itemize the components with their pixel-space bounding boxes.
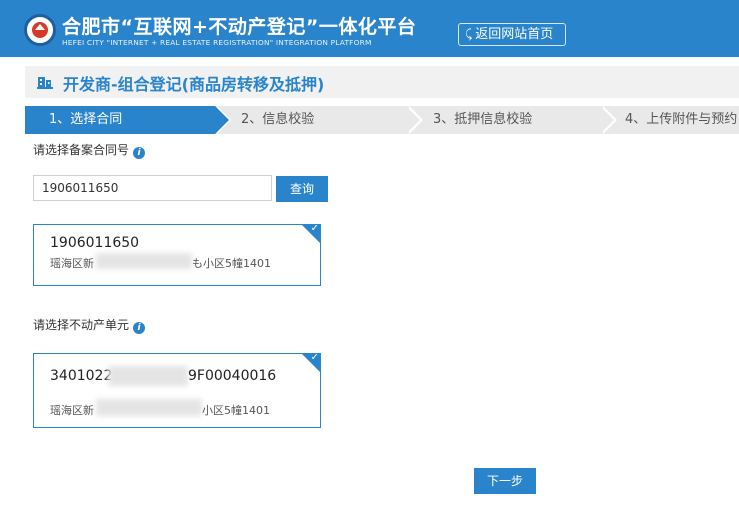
page-title-bar: 开发商-组合登记(商品房转移及抵押) (25, 66, 739, 98)
redacted-blur (108, 366, 188, 386)
building-icon (37, 77, 53, 89)
contract-card-address-right: も小区5幢1401 (192, 257, 271, 270)
page-title: 开发商-组合登记(商品房转移及抵押) (63, 75, 325, 94)
progress-steps: 1、选择合同 2、信息校验 3、抵押信息校验 4、上传附件与预约 (25, 106, 739, 134)
contract-card-address-left: 瑶海区新 (50, 257, 94, 270)
unit-card[interactable]: ✓ 3401022 9F00040016 瑶海区新 小区5幢1401 (33, 353, 321, 428)
step-label: 4、上传附件与预约 (625, 112, 738, 127)
unit-card-number-left: 3401022 (50, 368, 113, 384)
redacted-blur (96, 399, 202, 416)
step-info-check[interactable]: 2、信息校验 (241, 106, 314, 134)
contract-card[interactable]: ✓ 1906011650 瑶海区新 も小区5幢1401 (33, 224, 321, 286)
next-step-button[interactable]: 下一步 (474, 468, 536, 494)
contract-label-row: 请选择备案合同号 i (33, 141, 146, 159)
unit-card-number-right: 9F00040016 (188, 368, 277, 384)
check-icon: ✓ (310, 224, 319, 234)
info-icon[interactable]: i (133, 322, 146, 334)
step-upload-appointment[interactable]: 4、上传附件与预约 (625, 106, 737, 134)
contract-number-input[interactable]: 1906011650 (33, 175, 272, 201)
check-icon: ✓ (310, 353, 319, 363)
step-label: 3、抵押信息校验 (433, 112, 533, 127)
contract-label: 请选择备案合同号 (33, 143, 130, 157)
step-mortgage-check[interactable]: 3、抵押信息校验 (433, 106, 532, 134)
emblem-logo (24, 14, 56, 46)
step-label: 1、选择合同 (49, 112, 123, 127)
back-to-home-label: 返回网站首页 (475, 27, 554, 42)
info-icon[interactable]: i (133, 147, 146, 159)
step-select-contract[interactable]: 1、选择合同 (25, 106, 215, 134)
query-button[interactable]: 查询 (276, 176, 328, 202)
back-to-home-button[interactable]: ⤹ 返回网站首页 (458, 23, 566, 46)
back-arrow-icon: ⤹ (465, 27, 473, 41)
step-label: 2、信息校验 (241, 112, 315, 127)
unit-label: 请选择不动产单元 (33, 318, 130, 332)
unit-label-row: 请选择不动产单元 i (33, 316, 146, 334)
unit-card-address-left: 瑶海区新 (50, 404, 94, 417)
platform-title: 合肥市“互联网+不动产登记”一体化平台 (62, 16, 417, 38)
contract-card-number: 1906011650 (50, 235, 140, 251)
platform-subtitle: HEFEI CITY "INTERNET + REAL ESTATE REGIS… (62, 38, 372, 47)
top-header: 合肥市“互联网+不动产登记”一体化平台 HEFEI CITY "INTERNET… (0, 0, 739, 57)
unit-card-address-right: 小区5幢1401 (202, 404, 270, 417)
redacted-blur (96, 253, 192, 269)
